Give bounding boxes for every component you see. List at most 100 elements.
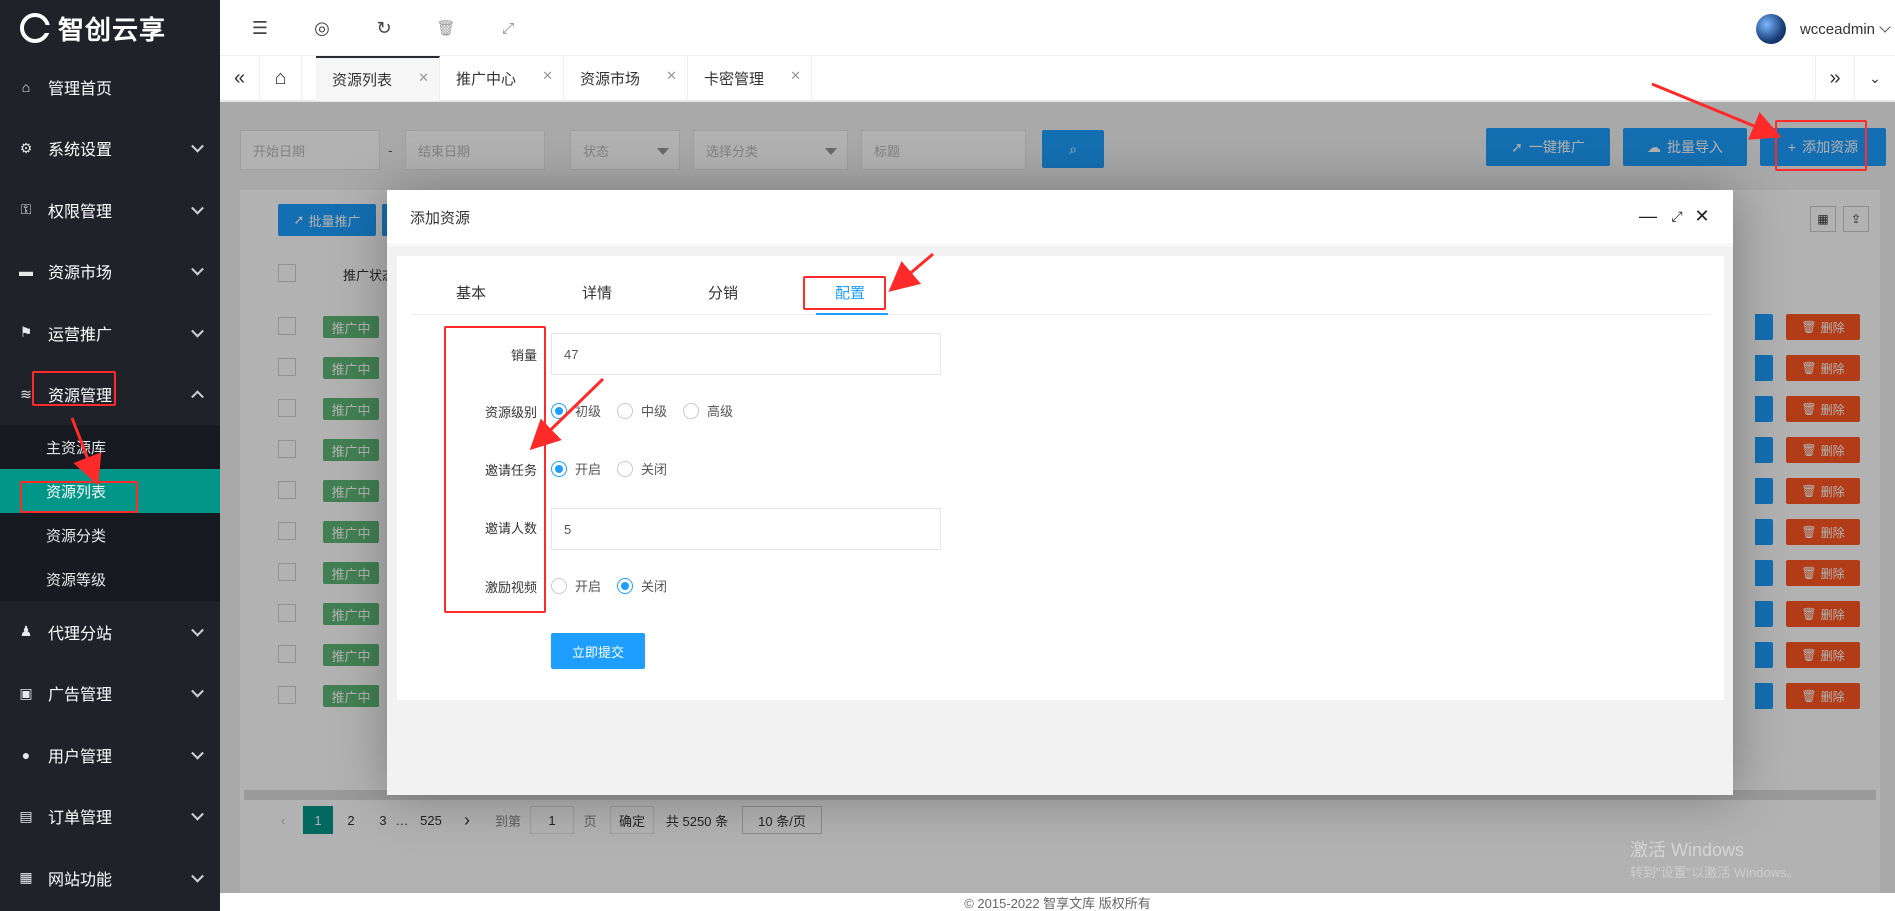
input-value: 47 (564, 346, 579, 362)
annotation-box-config-fields (444, 326, 546, 613)
chevron-down-icon (191, 746, 204, 760)
sidebar-item-operations[interactable]: ⚑ 运营推广 (0, 302, 220, 364)
radio-label: 开启 (575, 462, 602, 477)
radio-label: 初级 (575, 404, 602, 419)
flag-icon: ⚑ (19, 324, 33, 341)
sidebar-item-system-settings[interactable]: ⚙ 系统设置 (0, 118, 220, 180)
tab-divider (411, 314, 1711, 315)
user-menu[interactable]: wcceadmin (1755, 14, 1891, 44)
close-icon[interactable]: ✕ (666, 68, 677, 84)
agent-icon: ♟ (19, 623, 33, 640)
radio-dot (617, 577, 633, 594)
tab-resource-market[interactable]: 资源市场 ✕ (564, 56, 688, 101)
globe-icon[interactable]: ◎ (310, 16, 334, 40)
annotation-box-resource-management (32, 371, 116, 406)
tab-details[interactable]: 详情 (582, 282, 612, 303)
chevron-down-icon (191, 263, 204, 276)
username: wcceadmin (1799, 20, 1875, 38)
invite-task-radio-off[interactable]: 关闭 (617, 459, 667, 478)
chevron-down-icon (191, 685, 204, 698)
submit-button[interactable]: 立即提交 (551, 633, 645, 669)
refresh-icon[interactable]: ↻ (372, 16, 396, 40)
incentive-video-radio-on[interactable]: 开启 (551, 576, 601, 595)
sidebar-item-orders[interactable]: ▤ 订单管理 (0, 786, 220, 848)
sidebar-item-agent-sites[interactable]: ♟ 代理分站 (0, 601, 220, 663)
invite-count-input[interactable]: 5 (551, 508, 941, 550)
level-radio-basic[interactable]: 初级 (551, 401, 601, 420)
level-radio-advanced[interactable]: 高级 (683, 401, 733, 420)
user-icon: ● (21, 746, 31, 763)
sidebar-item-label: 运营推广 (48, 326, 113, 344)
home-tab-icon[interactable]: ⌂ (260, 56, 302, 101)
tab-label: 资源列表 (332, 72, 393, 89)
sidebar-item-site-features[interactable]: ▦ 网站功能 (0, 847, 220, 909)
close-icon[interactable]: ✕ (790, 68, 801, 84)
windows-watermark-sub: 转到"设置"以激活 Windows。 (1630, 865, 1800, 880)
sidebar-item-label: 管理首页 (48, 80, 113, 98)
sidebar-item-users[interactable]: ● 用户管理 (0, 724, 220, 786)
tabs-scroll-left-icon[interactable]: « (220, 56, 260, 101)
ad-icon: ▣ (19, 684, 33, 701)
sidebar-subitem-label: 资源分类 (46, 527, 107, 545)
sidebar-item-label: 系统设置 (48, 142, 113, 160)
radio-label: 关闭 (641, 462, 668, 477)
incentive-video-radio-off[interactable]: 关闭 (617, 576, 667, 595)
sidebar-subitem-main-library[interactable]: 主资源库 (0, 425, 220, 469)
input-value: 5 (564, 521, 572, 537)
modal-body: 基本 详情 分销 配置 销量 47 资源级别 初级 中级 高级 邀请任务 开启 … (387, 246, 1733, 795)
level-radio-intermediate[interactable]: 中级 (617, 401, 667, 420)
chevron-down-icon (191, 201, 204, 215)
chevron-down-icon (1879, 21, 1891, 33)
sidebar-item-resource-market[interactable]: ▬ 资源市场 (0, 241, 220, 303)
home-icon: ⌂ (21, 78, 31, 95)
chevron-down-icon (191, 140, 204, 153)
sidebar-subitem-resource-category[interactable]: 资源分类 (0, 513, 220, 557)
radio-dot (617, 402, 633, 419)
brand-name: 智创云享 (58, 14, 167, 45)
sidebar-item-label: 网站功能 (48, 871, 113, 889)
add-resource-modal: 添加资源 — ⤢ ✕ 基本 详情 分销 配置 销量 47 资源级别 初级 中级 … (387, 190, 1733, 795)
sidebar-item-permissions[interactable]: ⚿ 权限管理 (0, 179, 220, 241)
radio-dot (683, 402, 699, 419)
radio-dot (617, 460, 633, 477)
tab-promotion-center[interactable]: 推广中心 ✕ (440, 56, 564, 101)
sales-input[interactable]: 47 (551, 333, 941, 375)
chevron-down-icon (191, 808, 204, 821)
tab-label: 资源市场 (580, 71, 641, 88)
sidebar-item-label: 资源市场 (48, 265, 113, 283)
annotation-box-resource-list (20, 481, 138, 513)
maximize-icon[interactable]: ⤢ (1667, 206, 1687, 226)
sidebar-subitem-label: 资源等级 (46, 571, 107, 589)
collapse-menu-icon[interactable]: ☰ (248, 16, 272, 40)
invite-task-radio-on[interactable]: 开启 (551, 459, 601, 478)
brand-logo: 智创云享 (0, 0, 220, 56)
tab-distribution[interactable]: 分销 (708, 282, 738, 303)
radio-label: 开启 (575, 579, 602, 594)
active-tab-indicator (816, 313, 888, 315)
resource-submenu: 主资源库 资源列表 资源分类 资源等级 (0, 425, 220, 601)
tab-resource-list[interactable]: 资源列表 ✕ (316, 56, 440, 101)
sidebar-item-label: 订单管理 (48, 810, 113, 828)
tabs-menu-chevron-icon[interactable]: ⌄ (1855, 56, 1895, 101)
annotation-box-config-tab (803, 276, 886, 310)
radio-label: 高级 (707, 404, 734, 419)
sidebar-subitem-resource-level[interactable]: 资源等级 (0, 557, 220, 601)
minimize-icon[interactable]: — (1638, 206, 1658, 226)
tabs-scroll-right-icon[interactable]: » (1815, 56, 1855, 101)
sidebar-item-home[interactable]: ⌂ 管理首页 (0, 56, 220, 118)
radio-dot (551, 460, 567, 477)
close-icon[interactable]: ✕ (1692, 206, 1712, 226)
sidebar-item-ads[interactable]: ▣ 广告管理 (0, 663, 220, 725)
close-icon[interactable]: ✕ (542, 68, 553, 84)
fullscreen-icon[interactable]: ⤢ (496, 16, 520, 40)
tab-basic[interactable]: 基本 (456, 282, 486, 303)
logo-icon (20, 13, 50, 43)
tab-card-management[interactable]: 卡密管理 ✕ (688, 56, 812, 101)
sidebar: 智创云享 ⌂ 管理首页 ⚙ 系统设置 ⚿ 权限管理 ▬ 资源市场 ⚑ 运营推广 … (0, 0, 220, 911)
close-icon[interactable]: ✕ (418, 70, 429, 86)
sidebar-item-label: 代理分站 (48, 625, 113, 643)
trash-icon[interactable]: 🗑 (434, 16, 458, 40)
key-icon: ⚿ (20, 201, 32, 218)
radio-label: 中级 (641, 404, 668, 419)
store-icon: ▬ (19, 263, 33, 280)
